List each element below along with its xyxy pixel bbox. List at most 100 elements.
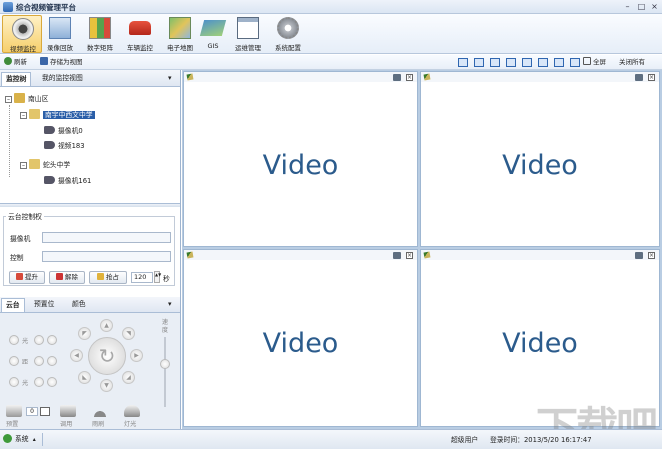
toolbar-playback-button[interactable]: 录像回放	[40, 15, 80, 53]
iris-minus-button[interactable]	[9, 377, 19, 387]
chevron-down-icon[interactable]: ▾	[168, 74, 172, 82]
chevron-down-icon[interactable]: ▾	[168, 300, 172, 308]
snapshot-icon[interactable]	[635, 252, 643, 259]
toolbar-vehicle-button[interactable]: 车辆监控	[120, 15, 160, 53]
collapse-icon[interactable]: –	[5, 96, 12, 103]
ptz-down-left-button[interactable]: ◣	[78, 371, 91, 384]
rain-icon[interactable]	[92, 405, 108, 417]
maximize-icon[interactable]: □	[636, 2, 647, 11]
tree-node-camera[interactable]: 摄像机161	[44, 175, 91, 188]
layout-9-icon[interactable]	[522, 58, 532, 67]
collapse-icon[interactable]: –	[20, 112, 27, 119]
camera-field[interactable]	[42, 232, 171, 243]
zoom-minus-button[interactable]	[9, 356, 19, 366]
tab-ptz[interactable]: 云台	[1, 298, 25, 312]
lock-control-button[interactable]: 抢占	[89, 271, 127, 284]
minimize-icon[interactable]: –	[622, 2, 633, 11]
ptz-up-right-button[interactable]: ◥	[122, 327, 135, 340]
control-field[interactable]	[42, 251, 171, 262]
edit-icon[interactable]	[424, 74, 431, 81]
snapshot-icon[interactable]	[635, 74, 643, 81]
tree-node-school2[interactable]: –蛇头中学	[20, 159, 70, 172]
iris-plus-button[interactable]	[47, 377, 57, 387]
apply-control-button[interactable]: 提升	[9, 271, 45, 284]
step-icon[interactable]	[6, 405, 22, 417]
seconds-spinner[interactable]: ▲▼	[154, 271, 160, 283]
layout-16-icon[interactable]	[570, 58, 580, 67]
playback-icon	[49, 17, 71, 39]
refresh-button[interactable]: 刷新	[4, 57, 27, 68]
seconds-unit: 秒	[163, 273, 170, 283]
splitter[interactable]	[0, 203, 180, 207]
video-cell-1[interactable]: × Video	[183, 71, 418, 247]
toolbar-video-monitor-button[interactable]: 视频监控	[2, 15, 42, 53]
ptz-down-right-button[interactable]: ◢	[122, 371, 135, 384]
close-icon[interactable]: ×	[406, 252, 413, 259]
ptz-left-button[interactable]: ◀	[70, 349, 83, 362]
zoom-center-button[interactable]	[34, 356, 44, 366]
close-icon[interactable]: ×	[648, 74, 655, 81]
close-icon[interactable]: ×	[649, 2, 660, 11]
snapshot-icon[interactable]	[393, 252, 401, 259]
ptz-down-button[interactable]: ▼	[100, 379, 113, 392]
slider-handle[interactable]	[160, 359, 170, 369]
collapse-icon[interactable]: –	[20, 162, 27, 169]
refresh-label: 刷新	[14, 58, 27, 66]
ptz-auto-rotate-button[interactable]: ↻	[88, 337, 126, 375]
ptz-right-button[interactable]: ▶	[130, 349, 143, 362]
layout-4-icon[interactable]	[474, 58, 484, 67]
toolbar-system-config-button[interactable]: 系统配置	[268, 15, 308, 53]
layout-6-icon[interactable]	[490, 58, 500, 67]
fullscreen-button[interactable]: 全屏	[583, 57, 606, 68]
video-cell-3[interactable]: × Video	[183, 249, 418, 427]
step-spinner[interactable]	[40, 407, 50, 416]
tree-node-school1[interactable]: –南宇中西文中学	[20, 109, 95, 122]
close-icon[interactable]: ×	[406, 74, 413, 81]
focus-minus-button[interactable]	[9, 335, 19, 345]
layout-10-icon[interactable]	[538, 58, 548, 67]
wiper-icon[interactable]	[60, 405, 76, 417]
zoom-plus-button[interactable]	[47, 356, 57, 366]
snapshot-icon[interactable]	[393, 74, 401, 81]
iris-center-button[interactable]	[34, 377, 44, 387]
edit-icon[interactable]	[187, 252, 194, 259]
video-cell-2[interactable]: × Video	[420, 71, 660, 247]
save-view-button[interactable]: 存储为视图	[40, 57, 83, 68]
toolbar-map-button[interactable]: 电子地图	[160, 15, 200, 53]
close-all-label: 关闭所有	[619, 58, 645, 66]
focus-center-button[interactable]	[34, 335, 44, 345]
apply-label: 提升	[25, 273, 38, 281]
layout-8-icon[interactable]	[506, 58, 516, 67]
close-icon[interactable]: ×	[648, 252, 655, 259]
tab-color[interactable]: 颜色	[68, 298, 90, 312]
toolbar-gis-button[interactable]: GIS	[195, 15, 231, 53]
seconds-input[interactable]: 120	[131, 272, 153, 283]
ptz-up-button[interactable]: ▲	[100, 319, 113, 332]
tree-node-root[interactable]: –南山区	[5, 93, 48, 106]
toolbar-matrix-button[interactable]: 数字矩阵	[80, 15, 120, 53]
light-icon[interactable]	[124, 405, 140, 417]
tree-label: 视频183	[58, 142, 85, 150]
tab-preset[interactable]: 预置位	[30, 298, 58, 312]
layout-1-icon[interactable]	[458, 58, 468, 67]
main-toolbar: 视频监控 录像回放 数字矩阵 车辆监控 电子地图 GIS 运维管理 系统配置	[0, 14, 662, 54]
tree-node-camera[interactable]: 视频183	[44, 140, 85, 153]
close-all-button[interactable]: 关闭所有	[619, 57, 645, 68]
speed-slider[interactable]: 速度	[160, 319, 170, 411]
release-label: 解除	[65, 273, 78, 281]
focus-plus-button[interactable]	[47, 335, 57, 345]
tab-monitor-tree[interactable]: 监控树	[1, 72, 31, 86]
toolbar-label: 车辆监控	[120, 42, 160, 52]
app-title: 综合视频管理平台	[16, 2, 76, 13]
tab-my-views[interactable]: 我的监控视图	[38, 72, 87, 86]
edit-icon[interactable]	[187, 74, 194, 81]
lock-label: 抢占	[106, 273, 119, 281]
system-menu-button[interactable]: 系统 ▴	[3, 433, 43, 446]
step-input[interactable]: 0	[26, 407, 38, 416]
ptz-up-left-button[interactable]: ◤	[78, 327, 91, 340]
layout-13-icon[interactable]	[554, 58, 564, 67]
tree-node-camera[interactable]: 摄像机0	[44, 125, 83, 138]
toolbar-maintenance-button[interactable]: 运维管理	[228, 15, 268, 53]
edit-icon[interactable]	[424, 252, 431, 259]
release-control-button[interactable]: 解除	[49, 271, 85, 284]
